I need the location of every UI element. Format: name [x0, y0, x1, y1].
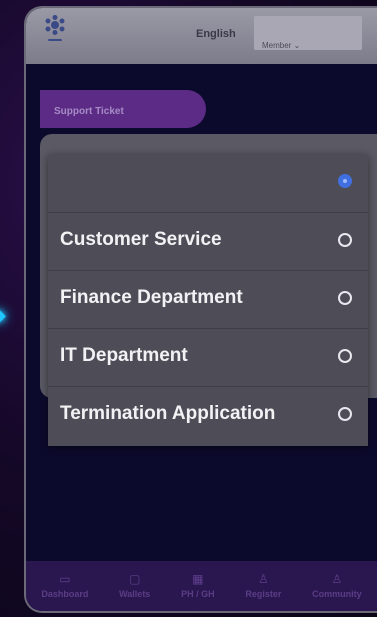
account-menu[interactable]: Member ⌄ [262, 41, 300, 50]
grid-icon: ▦ [192, 572, 204, 586]
radio-icon[interactable] [338, 290, 352, 305]
phone-screen: English Member ⌄ Support Ticket Customer… [24, 6, 377, 613]
option-label: Customer Service [60, 228, 222, 250]
department-dropdown-list: Customer Service Finance Department IT D… [48, 154, 368, 446]
dashboard-icon: ▭ [59, 572, 71, 586]
nav-item-ph-gh[interactable]: ▦ PH / GH [181, 573, 215, 599]
nav-label: PH / GH [181, 589, 215, 599]
wallet-icon: ▢ [129, 572, 141, 586]
dropdown-option-empty[interactable] [48, 154, 368, 208]
dropdown-option-it-department[interactable]: IT Department [48, 328, 368, 382]
nav-item-dashboard[interactable]: ▭ Dashboard [41, 573, 88, 599]
nav-label: Register [245, 589, 282, 599]
pointer-arrow-icon: ◆ [0, 306, 10, 324]
nav-item-wallets[interactable]: ▢ Wallets [119, 573, 150, 599]
radio-icon[interactable] [338, 232, 352, 247]
radio-icon[interactable] [338, 348, 352, 363]
radio-icon[interactable] [338, 406, 352, 421]
community-icon: ♙ [331, 572, 343, 586]
option-label: IT Department [60, 344, 188, 366]
top-bar: English Member ⌄ [26, 8, 377, 64]
nav-label: Wallets [119, 589, 151, 599]
dropdown-option-customer-service[interactable]: Customer Service [48, 212, 368, 266]
option-label: Termination Application [60, 402, 276, 424]
dropdown-option-finance-department[interactable]: Finance Department [48, 270, 368, 324]
nav-item-community[interactable]: ♙ Community [312, 573, 362, 599]
logo-icon [45, 15, 65, 41]
chevron-down-icon: ⌄ [293, 41, 301, 50]
option-label: Finance Department [60, 286, 243, 308]
dropdown-option-termination-application[interactable]: Termination Application [48, 386, 368, 440]
nav-label: Community [312, 589, 362, 599]
tab-label: Support Ticket [54, 106, 124, 117]
nav-label: Dashboard [41, 589, 89, 599]
radio-selected-icon[interactable] [338, 174, 352, 188]
language-selector[interactable]: English [196, 28, 236, 40]
add-user-icon: ♙ [257, 572, 269, 586]
account-menu-label: Member [262, 41, 292, 50]
bottom-navigation: ▭ Dashboard ▢ Wallets ▦ PH / GH ♙ Regist… [26, 561, 377, 611]
nav-item-register[interactable]: ♙ Register [245, 573, 281, 599]
